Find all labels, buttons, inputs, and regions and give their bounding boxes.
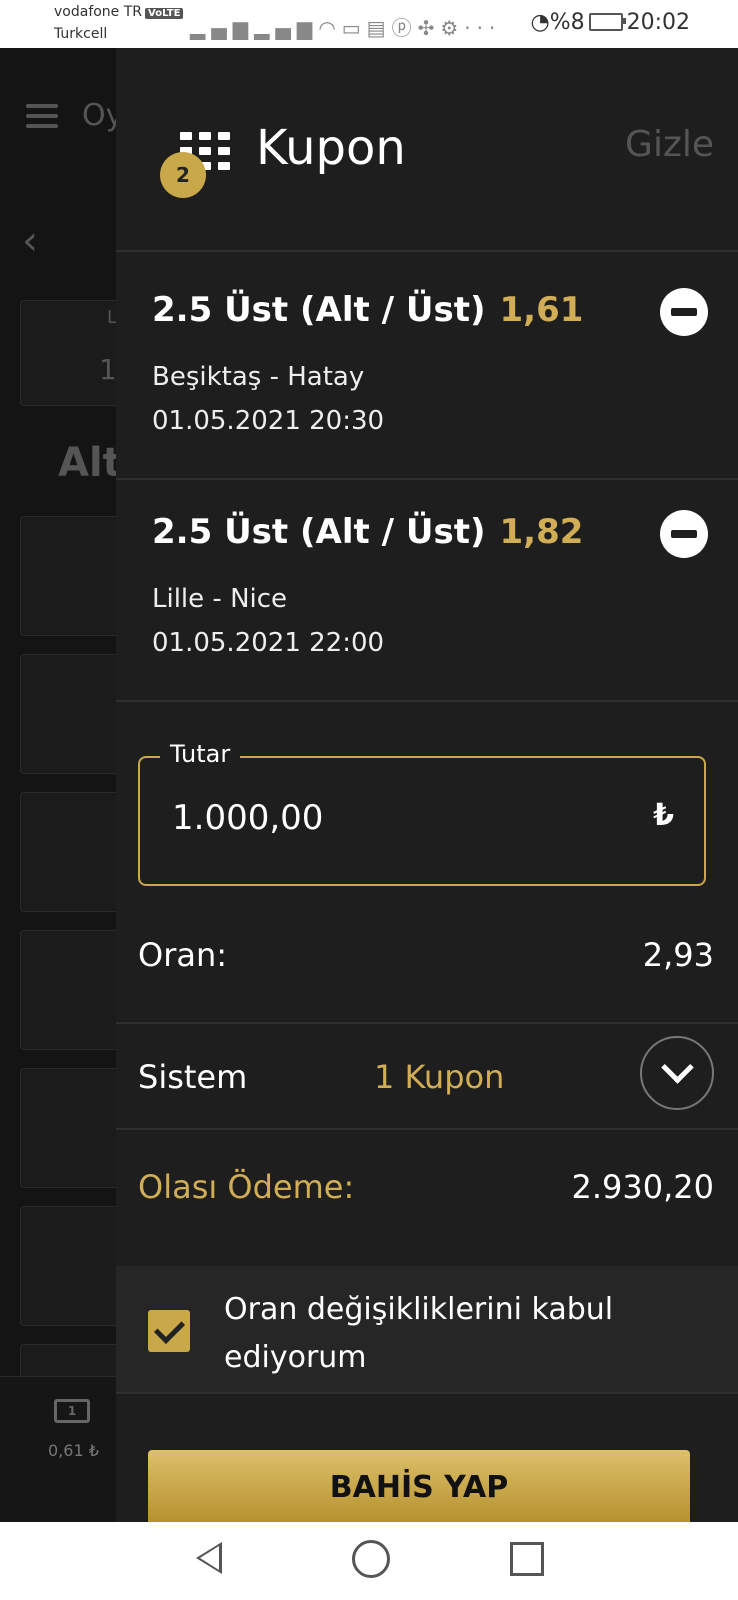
balance-text: 0,61 ₺ (48, 1441, 99, 1460)
back-icon[interactable] (196, 1542, 222, 1574)
coupon-panel: 2 Kupon Gizle 2.5 Üst (Alt / Üst) 1,61 Be… (116, 48, 738, 1526)
status-right: ◔%8 20:02 (530, 10, 690, 35)
accept-text: Oran değişikliklerini kabul ediyorum (224, 1292, 614, 1375)
bet-market-label: 2.5 Üst (Alt / Üst) (152, 290, 486, 330)
speed-icon: ◔ (530, 10, 550, 35)
navigation-bar (0, 1522, 738, 1600)
status-bar: vodafone TR VoLTE Turkcell ▂▄▆▂▄▆◠▭▤ⓟ✣⚙··… (0, 0, 738, 48)
system-value: 1 Kupon (374, 1058, 505, 1096)
carrier-primary-label: vodafone TR (54, 4, 143, 20)
carrier-primary: vodafone TR VoLTE (54, 4, 184, 20)
battery-icon (588, 13, 626, 31)
fan-icon: ✣ (417, 16, 441, 40)
bg-card[interactable] (20, 930, 116, 1050)
place-bet-button[interactable]: BAHİS YAP (148, 1450, 690, 1526)
money-icon: 1 (54, 1399, 90, 1423)
wifi-icon: ◠ (318, 16, 342, 40)
lira-icon: ₺ (653, 798, 674, 833)
volte-badge: VoLTE (145, 8, 184, 19)
bet-datetime: 01.05.2021 22:00 (152, 628, 385, 658)
remove-bet-icon[interactable] (660, 510, 708, 558)
bg-page-title: Oy (82, 98, 116, 133)
payout-value: 2.930,20 (571, 1168, 715, 1206)
menu-icon[interactable] (26, 104, 58, 128)
accept-checkbox[interactable] (148, 1310, 190, 1352)
system-row[interactable]: Sistem 1 Kupon (116, 1024, 738, 1130)
more-icon: ··· (464, 16, 502, 40)
bg-card[interactable] (20, 1068, 116, 1188)
bet-match: Beşiktaş - Hatay (152, 362, 365, 392)
bet-item: 2.5 Üst (Alt / Üst) 1,61 Beşiktaş - Hatay… (116, 252, 738, 480)
home-icon[interactable] (352, 1540, 390, 1578)
bet-market: 2.5 Üst (Alt / Üst) 1,82 (152, 512, 583, 552)
chevron-down-icon[interactable] (640, 1036, 714, 1110)
payout-row: Olası Ödeme: 2.930,20 (116, 1130, 738, 1248)
odds-value: 2,93 (642, 936, 714, 974)
system-label: Sistem (138, 1058, 248, 1096)
accept-odds-change[interactable]: Oran değişikliklerini kabul ediyorum (116, 1266, 738, 1394)
bet-market-label: 2.5 Üst (Alt / Üst) (152, 512, 486, 552)
coupon-title: Kupon (256, 120, 406, 176)
settings-icon: ⚙ (440, 16, 465, 40)
bet-odd: 1,82 (499, 512, 584, 552)
bet-match: Lille - Nice (152, 584, 288, 614)
bg-section-title: Alt (58, 440, 116, 486)
signal-icon: ▂▄▆ (190, 16, 255, 40)
screen-icon: ▭ (341, 16, 367, 40)
bet-datetime: 01.05.2021 20:30 (152, 406, 385, 436)
p-app-icon: ⓟ (391, 16, 418, 40)
bg-card-label: L (107, 307, 116, 328)
remove-bet-icon[interactable] (660, 288, 708, 336)
recents-icon[interactable] (510, 1542, 544, 1576)
payout-label: Olası Ödeme: (138, 1168, 355, 1206)
bg-card[interactable] (20, 516, 116, 636)
amount-input[interactable]: 1.000,00 (172, 798, 323, 838)
hide-button[interactable]: Gizle (625, 124, 714, 165)
bg-card[interactable] (20, 792, 116, 912)
signal2-icon: ▂▄▆ (254, 16, 319, 40)
bg-balance-bar[interactable]: 1 0,61 ₺ (0, 1376, 116, 1522)
odds-label: Oran: (138, 936, 228, 974)
battery-percent: %8 (549, 10, 585, 35)
amount-field[interactable]: Tutar 1.000,00 ₺ (138, 740, 706, 886)
clock: 20:02 (626, 10, 690, 35)
amount-label: Tutar (160, 740, 241, 768)
status-icons: ▂▄▆▂▄▆◠▭▤ⓟ✣⚙··· (190, 12, 501, 41)
bg-card-value: 1 (99, 353, 116, 386)
bg-odds-card[interactable]: L 1 (20, 300, 116, 406)
bg-card[interactable] (20, 654, 116, 774)
background-app: Oy ‹ L 1 Alt 1 0,61 ₺ (0, 48, 116, 1522)
news-icon: ▤ (366, 16, 392, 40)
odds-row: Oran: 2,93 (116, 898, 738, 1024)
chevron-left-icon[interactable]: ‹ (22, 218, 38, 264)
coupon-count-badge: 2 (160, 152, 206, 198)
bg-card[interactable] (20, 1206, 116, 1326)
bet-item: 2.5 Üst (Alt / Üst) 1,82 Lille - Nice 01.… (116, 474, 738, 702)
carrier-secondary: Turkcell (54, 26, 108, 42)
bet-odd: 1,61 (499, 290, 584, 330)
bet-market: 2.5 Üst (Alt / Üst) 1,61 (152, 290, 583, 330)
coupon-header: 2 Kupon Gizle (116, 48, 738, 252)
